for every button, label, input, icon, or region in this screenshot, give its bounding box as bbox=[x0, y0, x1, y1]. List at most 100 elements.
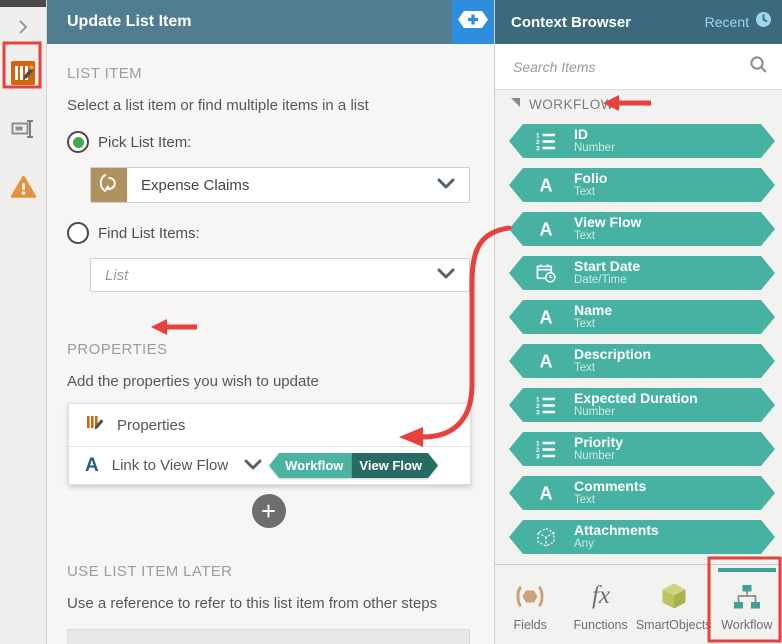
context-item-title: Priority bbox=[574, 434, 624, 451]
search-input[interactable] bbox=[511, 57, 749, 76]
svg-text:3: 3 bbox=[536, 454, 540, 460]
text-icon: A bbox=[533, 307, 559, 327]
context-item-subtitle: Any bbox=[574, 538, 594, 551]
chevron-down-icon bbox=[437, 266, 455, 284]
tab-label: SmartObjects bbox=[635, 618, 712, 632]
properties-icon bbox=[85, 413, 105, 438]
find-list-dropdown[interactable]: List bbox=[90, 258, 470, 292]
context-item-title: Comments bbox=[574, 478, 647, 495]
context-item[interactable]: A View Flow Text bbox=[509, 212, 775, 246]
collapse-panel-button[interactable] bbox=[3, 9, 43, 49]
recent-button[interactable]: Recent bbox=[705, 11, 772, 33]
context-item-title: ID bbox=[574, 126, 588, 143]
context-item[interactable]: A Description Text bbox=[509, 344, 775, 378]
properties-heading: PROPERTIES bbox=[67, 341, 168, 358]
svg-text:A: A bbox=[540, 352, 553, 372]
tab-functions[interactable]: fx Functions bbox=[565, 565, 635, 644]
context-item-subtitle: Text bbox=[574, 494, 596, 507]
rename-step-button[interactable] bbox=[3, 111, 43, 151]
context-item-list: 1 2 3 ID Number A Folio Text A View Flow Text Start… bbox=[495, 118, 782, 564]
tab-workflow[interactable]: Workflow bbox=[712, 565, 782, 644]
use-later-heading: USE LIST ITEM LATER bbox=[67, 563, 233, 580]
chevron-down-icon[interactable] bbox=[244, 457, 262, 475]
list-item-description: Select a list item or find multiple item… bbox=[67, 97, 369, 114]
context-item-title: Folio bbox=[574, 170, 608, 187]
context-item[interactable]: 1 2 3 ID Number bbox=[509, 124, 775, 158]
context-item[interactable]: A Comments Text bbox=[509, 476, 775, 510]
context-item-subtitle: Text bbox=[574, 362, 596, 375]
left-toolbar bbox=[0, 0, 47, 644]
svg-text:3: 3 bbox=[536, 146, 540, 152]
pick-list-item-label: Pick List Item: bbox=[98, 133, 192, 151]
tab-smartobjects[interactable]: SmartObjects bbox=[636, 565, 712, 644]
context-item-subtitle: Number bbox=[574, 450, 615, 463]
list-dropdown[interactable]: Expense Claims bbox=[90, 167, 470, 203]
pick-list-item-option[interactable]: Pick List Item: bbox=[67, 131, 470, 153]
tree-expanded-icon[interactable] bbox=[510, 95, 521, 113]
context-item-title: Description bbox=[574, 346, 652, 363]
find-list-items-radio[interactable] bbox=[67, 222, 89, 244]
chevron-down-icon bbox=[437, 176, 455, 194]
svg-text:A: A bbox=[540, 308, 553, 328]
context-item-title: Name bbox=[574, 302, 613, 319]
chevron-right-icon bbox=[13, 17, 33, 42]
context-item[interactable]: A Name Text bbox=[509, 300, 775, 334]
warnings-button[interactable] bbox=[3, 169, 43, 209]
add-property-button[interactable]: + bbox=[251, 494, 286, 528]
svg-text:fx: fx bbox=[592, 583, 610, 609]
list-dropdown-value: Expense Claims bbox=[141, 176, 250, 194]
clock-icon bbox=[755, 11, 772, 33]
find-list-items-label: Find List Items: bbox=[98, 224, 200, 242]
context-item-subtitle: Number bbox=[574, 406, 615, 419]
property-value-tag[interactable]: Workflow View Flow bbox=[269, 453, 438, 478]
context-browser-header: Context Browser Recent bbox=[495, 0, 782, 44]
context-item[interactable]: Start Date Date/Time bbox=[509, 256, 775, 290]
svg-text:3: 3 bbox=[536, 410, 540, 416]
toolbar-top-strip bbox=[0, 0, 46, 7]
tag-value: View Flow bbox=[351, 453, 438, 478]
svg-text:A: A bbox=[540, 176, 553, 196]
workflow-tree-label: WORKFLOW bbox=[529, 96, 614, 112]
search-bar bbox=[495, 44, 782, 90]
use-later-description: Use a reference to refer to this list it… bbox=[67, 595, 438, 612]
properties-card-header: Properties bbox=[69, 404, 470, 447]
tab-fields[interactable]: Fields bbox=[495, 565, 565, 644]
calendar-clock-icon bbox=[533, 263, 559, 284]
property-row[interactable]: A Link to View Flow Workflow View Flow bbox=[69, 447, 470, 484]
context-item[interactable]: A Folio Text bbox=[509, 168, 775, 202]
functions-icon: fx bbox=[583, 580, 619, 612]
text-icon: A bbox=[533, 483, 559, 503]
add-step-button[interactable] bbox=[452, 0, 494, 44]
smartobject-method-icon bbox=[91, 168, 127, 202]
properties-card-title: Properties bbox=[117, 416, 186, 434]
smartobjects-icon bbox=[660, 580, 688, 612]
context-browser-title: Context Browser bbox=[511, 13, 632, 31]
numbered-list-icon: 123 bbox=[533, 439, 559, 459]
update-list-item-wizard: Update List Item LIST ITEM Select a list… bbox=[0, 0, 782, 644]
update-list-item-step-button[interactable] bbox=[3, 55, 43, 95]
text-field-icon: A bbox=[85, 454, 99, 476]
context-item-title: Start Date bbox=[574, 258, 641, 275]
rename-icon bbox=[11, 119, 35, 144]
workflow-tree-node[interactable]: WORKFLOW bbox=[495, 90, 782, 118]
any-type-icon bbox=[533, 527, 559, 548]
recent-label: Recent bbox=[704, 14, 749, 30]
search-icon[interactable] bbox=[749, 55, 768, 79]
svg-text:A: A bbox=[540, 220, 553, 240]
tab-label: Workflow bbox=[721, 618, 773, 632]
fields-icon bbox=[512, 580, 548, 612]
context-item[interactable]: 1 2 3 Priority Number bbox=[509, 432, 775, 466]
add-step-icon bbox=[458, 11, 488, 33]
svg-text:A: A bbox=[540, 484, 553, 504]
context-item-title: Expected Duration bbox=[574, 390, 698, 407]
context-item-subtitle: Date/Time bbox=[574, 274, 627, 287]
pick-list-item-radio[interactable] bbox=[67, 131, 89, 153]
tag-source: Workflow bbox=[269, 453, 352, 478]
properties-card: Properties A Link to View Flow Workflow … bbox=[68, 403, 471, 485]
numbered-list-icon: 123 bbox=[533, 395, 559, 415]
create-reference-button[interactable]: Create bbox=[67, 629, 470, 644]
tab-label: Fields bbox=[513, 618, 547, 632]
context-item[interactable]: 1 2 3 Expected Duration Number bbox=[509, 388, 775, 422]
find-list-items-option[interactable]: Find List Items: bbox=[67, 222, 470, 244]
context-item[interactable]: Attachments Any bbox=[509, 520, 775, 554]
